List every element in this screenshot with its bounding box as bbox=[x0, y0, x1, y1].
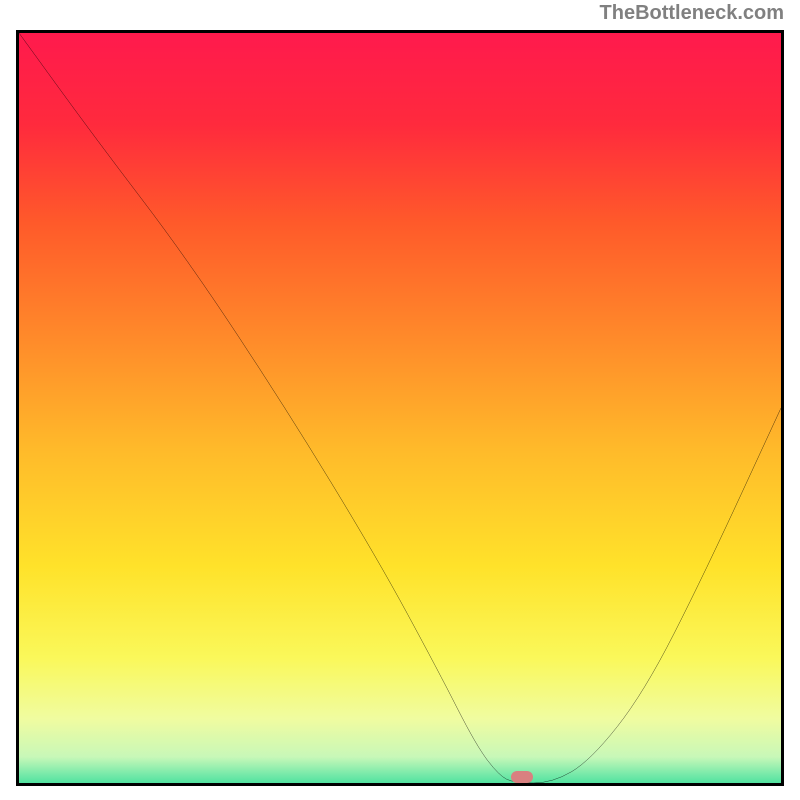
bottleneck-curve bbox=[19, 33, 781, 783]
plot-area bbox=[16, 30, 784, 786]
optimal-marker bbox=[511, 771, 533, 783]
attribution-text: TheBottleneck.com bbox=[600, 2, 784, 25]
